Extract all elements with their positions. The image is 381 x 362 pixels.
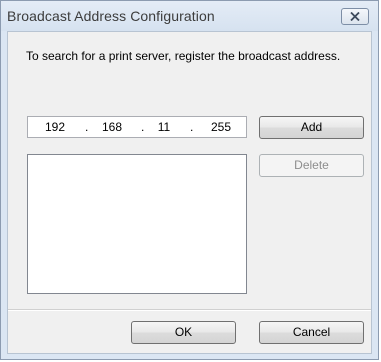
ip-address-input[interactable]: 192 . 168 . 11 . 255	[27, 116, 247, 138]
delete-button: Delete	[259, 154, 364, 177]
close-button[interactable]	[341, 8, 369, 25]
cancel-button[interactable]: Cancel	[259, 321, 364, 344]
footer-separator	[8, 309, 371, 311]
ip-dot-1: .	[85, 120, 89, 134]
ok-button[interactable]: OK	[131, 321, 236, 344]
ip-octet-1[interactable]: 192	[42, 120, 68, 134]
ip-dot-2: .	[141, 120, 145, 134]
broadcast-address-list[interactable]	[27, 154, 247, 294]
ip-octet-2[interactable]: 168	[99, 120, 125, 134]
broadcast-address-dialog: Broadcast Address Configuration To searc…	[0, 0, 379, 360]
ip-octet-3[interactable]: 11	[151, 120, 177, 134]
title-bar[interactable]: Broadcast Address Configuration	[1, 1, 378, 31]
dialog-body: To search for a print server, register t…	[7, 31, 372, 354]
dialog-title: Broadcast Address Configuration	[7, 8, 215, 24]
add-button[interactable]: Add	[259, 116, 364, 139]
instruction-text: To search for a print server, register t…	[26, 49, 341, 63]
ip-octet-4[interactable]: 255	[208, 120, 234, 134]
ip-dot-3: .	[190, 120, 194, 134]
close-icon	[350, 12, 360, 21]
